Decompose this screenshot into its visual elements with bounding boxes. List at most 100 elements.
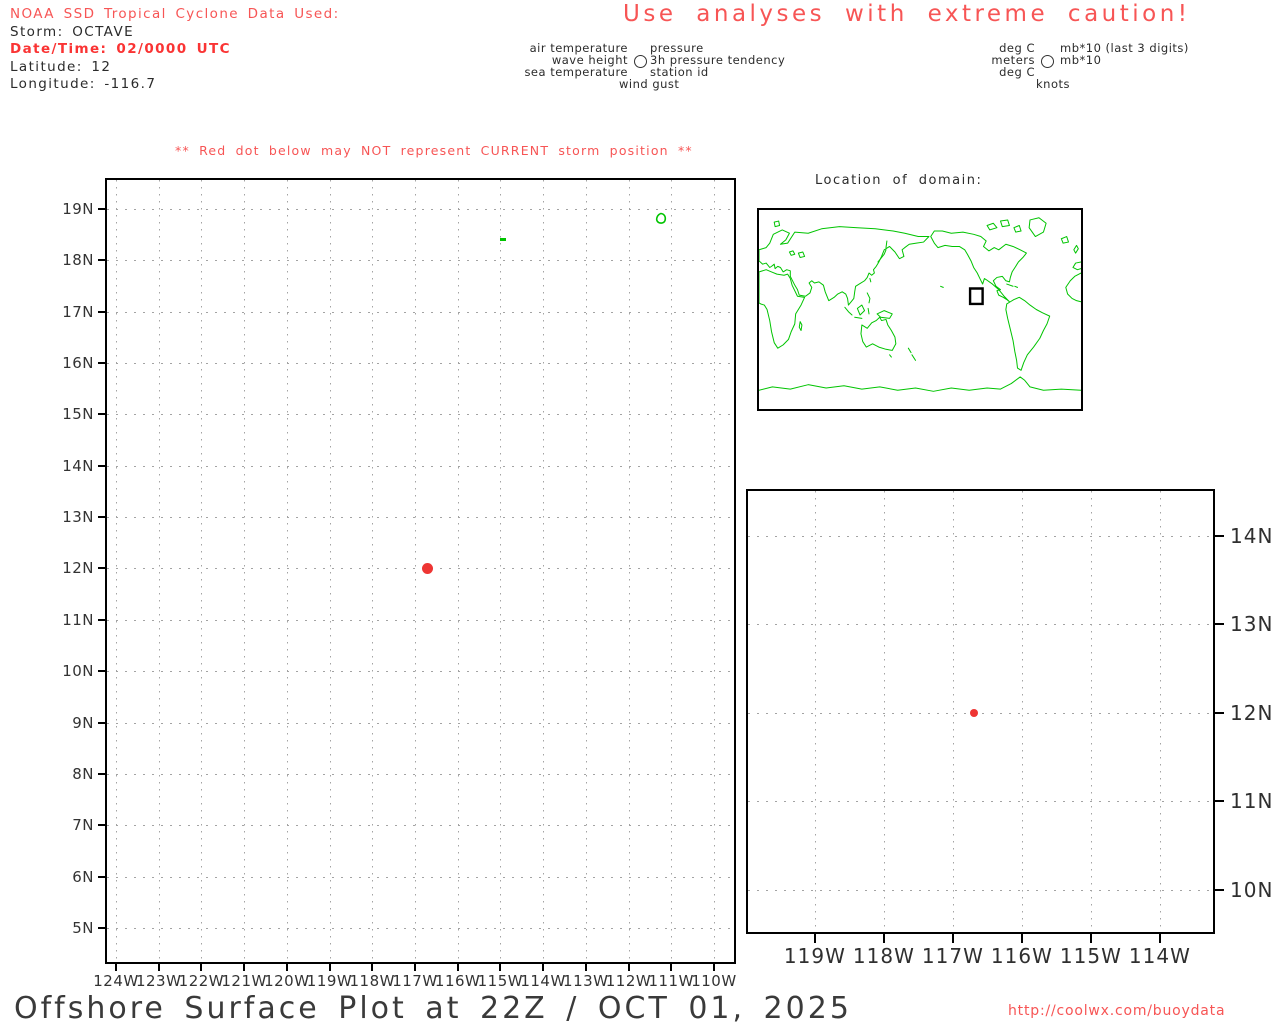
x-axis-tick: [627, 964, 630, 971]
legend-wind-gust: wind gust: [619, 77, 680, 91]
legend-station-id: station id: [650, 65, 709, 80]
gridline-vertical: [543, 180, 545, 962]
x-axis-tick: [371, 964, 374, 971]
y-axis-tick: [1215, 535, 1224, 538]
buoy-plot-page: NOAA SSD Tropical Cyclone Data Used: Sto…: [0, 0, 1280, 1024]
gridline-vertical: [628, 180, 630, 962]
y-axis-tick-label: 19N: [62, 199, 94, 218]
y-axis-tick: [98, 875, 105, 878]
latitude-line: Latitude: 12: [10, 58, 112, 75]
x-axis-tick: [1020, 934, 1023, 943]
x-axis-tick: [456, 964, 459, 971]
gridline-horizontal: [107, 568, 734, 570]
coastline-australia: [861, 317, 896, 350]
y-axis-tick: [98, 670, 105, 673]
y-axis-tick-label: 7N: [72, 816, 94, 835]
y-axis-tick-label: 13N: [62, 508, 94, 527]
gridline-horizontal: [107, 722, 734, 724]
storm-info-block: NOAA SSD Tropical Cyclone Data Used: Sto…: [10, 6, 340, 94]
x-axis-tick-label: 112W: [605, 972, 652, 990]
gridline-vertical: [883, 491, 885, 932]
caution-headline: Use analyses with extreme caution!: [623, 1, 1191, 27]
y-axis-tick: [98, 618, 105, 621]
x-axis-tick-label: 117W: [921, 944, 984, 968]
x-axis-tick: [813, 934, 816, 943]
x-axis-tick-label: 124W: [93, 972, 139, 990]
y-axis-tick-label: 9N: [72, 713, 94, 732]
gridline-horizontal: [107, 825, 734, 827]
x-axis-tick: [1158, 934, 1161, 943]
y-axis-tick-label: 6N: [72, 867, 94, 886]
x-axis-tick: [499, 964, 502, 971]
y-axis-tick-label: 15N: [62, 405, 94, 424]
gridline-vertical: [1159, 491, 1161, 932]
island-speck: [499, 237, 506, 241]
storm-name-line: Storm: OCTAVE: [10, 23, 135, 40]
x-axis-tick: [243, 964, 246, 971]
gridline-horizontal: [748, 712, 1213, 714]
x-axis-tick: [285, 964, 288, 971]
coastline-south-america: [1006, 297, 1050, 370]
y-axis-tick-label: 8N: [72, 764, 94, 783]
x-axis-tick-label: 118W: [349, 972, 395, 990]
y-axis-tick: [98, 361, 105, 364]
gridline-horizontal: [107, 517, 734, 519]
gridline-vertical: [457, 180, 459, 962]
y-axis-tick: [1215, 888, 1224, 891]
y-axis-tick: [1215, 800, 1224, 803]
x-axis-tick: [200, 964, 203, 971]
units-legend-right-column: mb*10 (last 3 digits) mb*10: [1060, 42, 1270, 68]
x-axis-tick-label: 123W: [135, 972, 182, 990]
y-axis-tick: [98, 310, 105, 313]
x-axis-tick: [584, 964, 587, 971]
storm-position-warning: ** Red dot below may NOT represent CURRE…: [175, 143, 693, 158]
zoom-plot: 119W 118W 117W 116W 115W 114W 14N 13N 12N 11N 10N: [746, 489, 1272, 968]
coastline-antarctica: [759, 377, 1081, 391]
y-axis-tick-label: 13N: [1230, 612, 1274, 637]
gridline-vertical: [1090, 491, 1092, 932]
units-legend-left-column: deg C meters deg C: [960, 42, 1035, 79]
gridline-vertical: [585, 180, 587, 962]
x-axis-tick: [328, 964, 331, 971]
station-legend-right-column: pressure 3h pressure tendency station id: [650, 42, 870, 79]
gridline-vertical: [500, 180, 502, 962]
storm-position-dot: [422, 562, 434, 574]
y-axis-tick-label: 12N: [62, 559, 94, 578]
x-axis-tick: [157, 964, 160, 971]
gridline-vertical: [952, 491, 954, 932]
x-axis-tick-label: 114W: [520, 972, 566, 990]
gridline-horizontal: [107, 208, 734, 210]
y-axis-tick-label: 18N: [62, 251, 94, 270]
gridline-horizontal: [107, 260, 734, 262]
y-axis-tick-label: 16N: [62, 353, 94, 372]
x-axis-tick-label: 120W: [264, 972, 310, 990]
x-axis-tick-label: 111W: [648, 972, 694, 990]
y-axis-tick: [98, 824, 105, 827]
gridline-vertical: [671, 180, 673, 962]
y-axis-tick: [98, 772, 105, 775]
y-axis-tick-label: 11N: [62, 610, 94, 629]
coastline-islands: [774, 220, 1081, 360]
x-axis-tick-label: 113W: [563, 972, 609, 990]
x-axis-tick: [951, 934, 954, 943]
units-model-circle-icon: [1041, 55, 1054, 68]
unit-mb10: mb*10: [1060, 53, 1102, 68]
y-axis-tick-label: 12N: [1230, 700, 1274, 725]
y-axis-tick: [98, 516, 105, 519]
data-source-line: NOAA SSD Tropical Cyclone Data Used:: [10, 6, 340, 22]
gridline-vertical: [286, 180, 288, 962]
coastline-greenland: [1029, 218, 1046, 237]
y-axis-tick-label: 10N: [1230, 877, 1274, 902]
gridline-horizontal: [107, 362, 734, 364]
source-url-link[interactable]: http://coolwx.com/buoydata: [1008, 1003, 1225, 1019]
y-axis-tick: [1215, 623, 1224, 626]
y-axis-tick-label: 11N: [1230, 789, 1274, 814]
x-axis-tick-label: 114W: [1128, 944, 1191, 968]
coastline-eurasia: [759, 227, 929, 305]
y-axis-tick-label: 14N: [1230, 524, 1274, 549]
x-axis-tick: [413, 964, 416, 971]
y-axis-tick: [1215, 711, 1224, 714]
gridline-vertical: [158, 180, 160, 962]
gridline-vertical: [814, 491, 816, 932]
unit-knots: knots: [1036, 77, 1070, 91]
